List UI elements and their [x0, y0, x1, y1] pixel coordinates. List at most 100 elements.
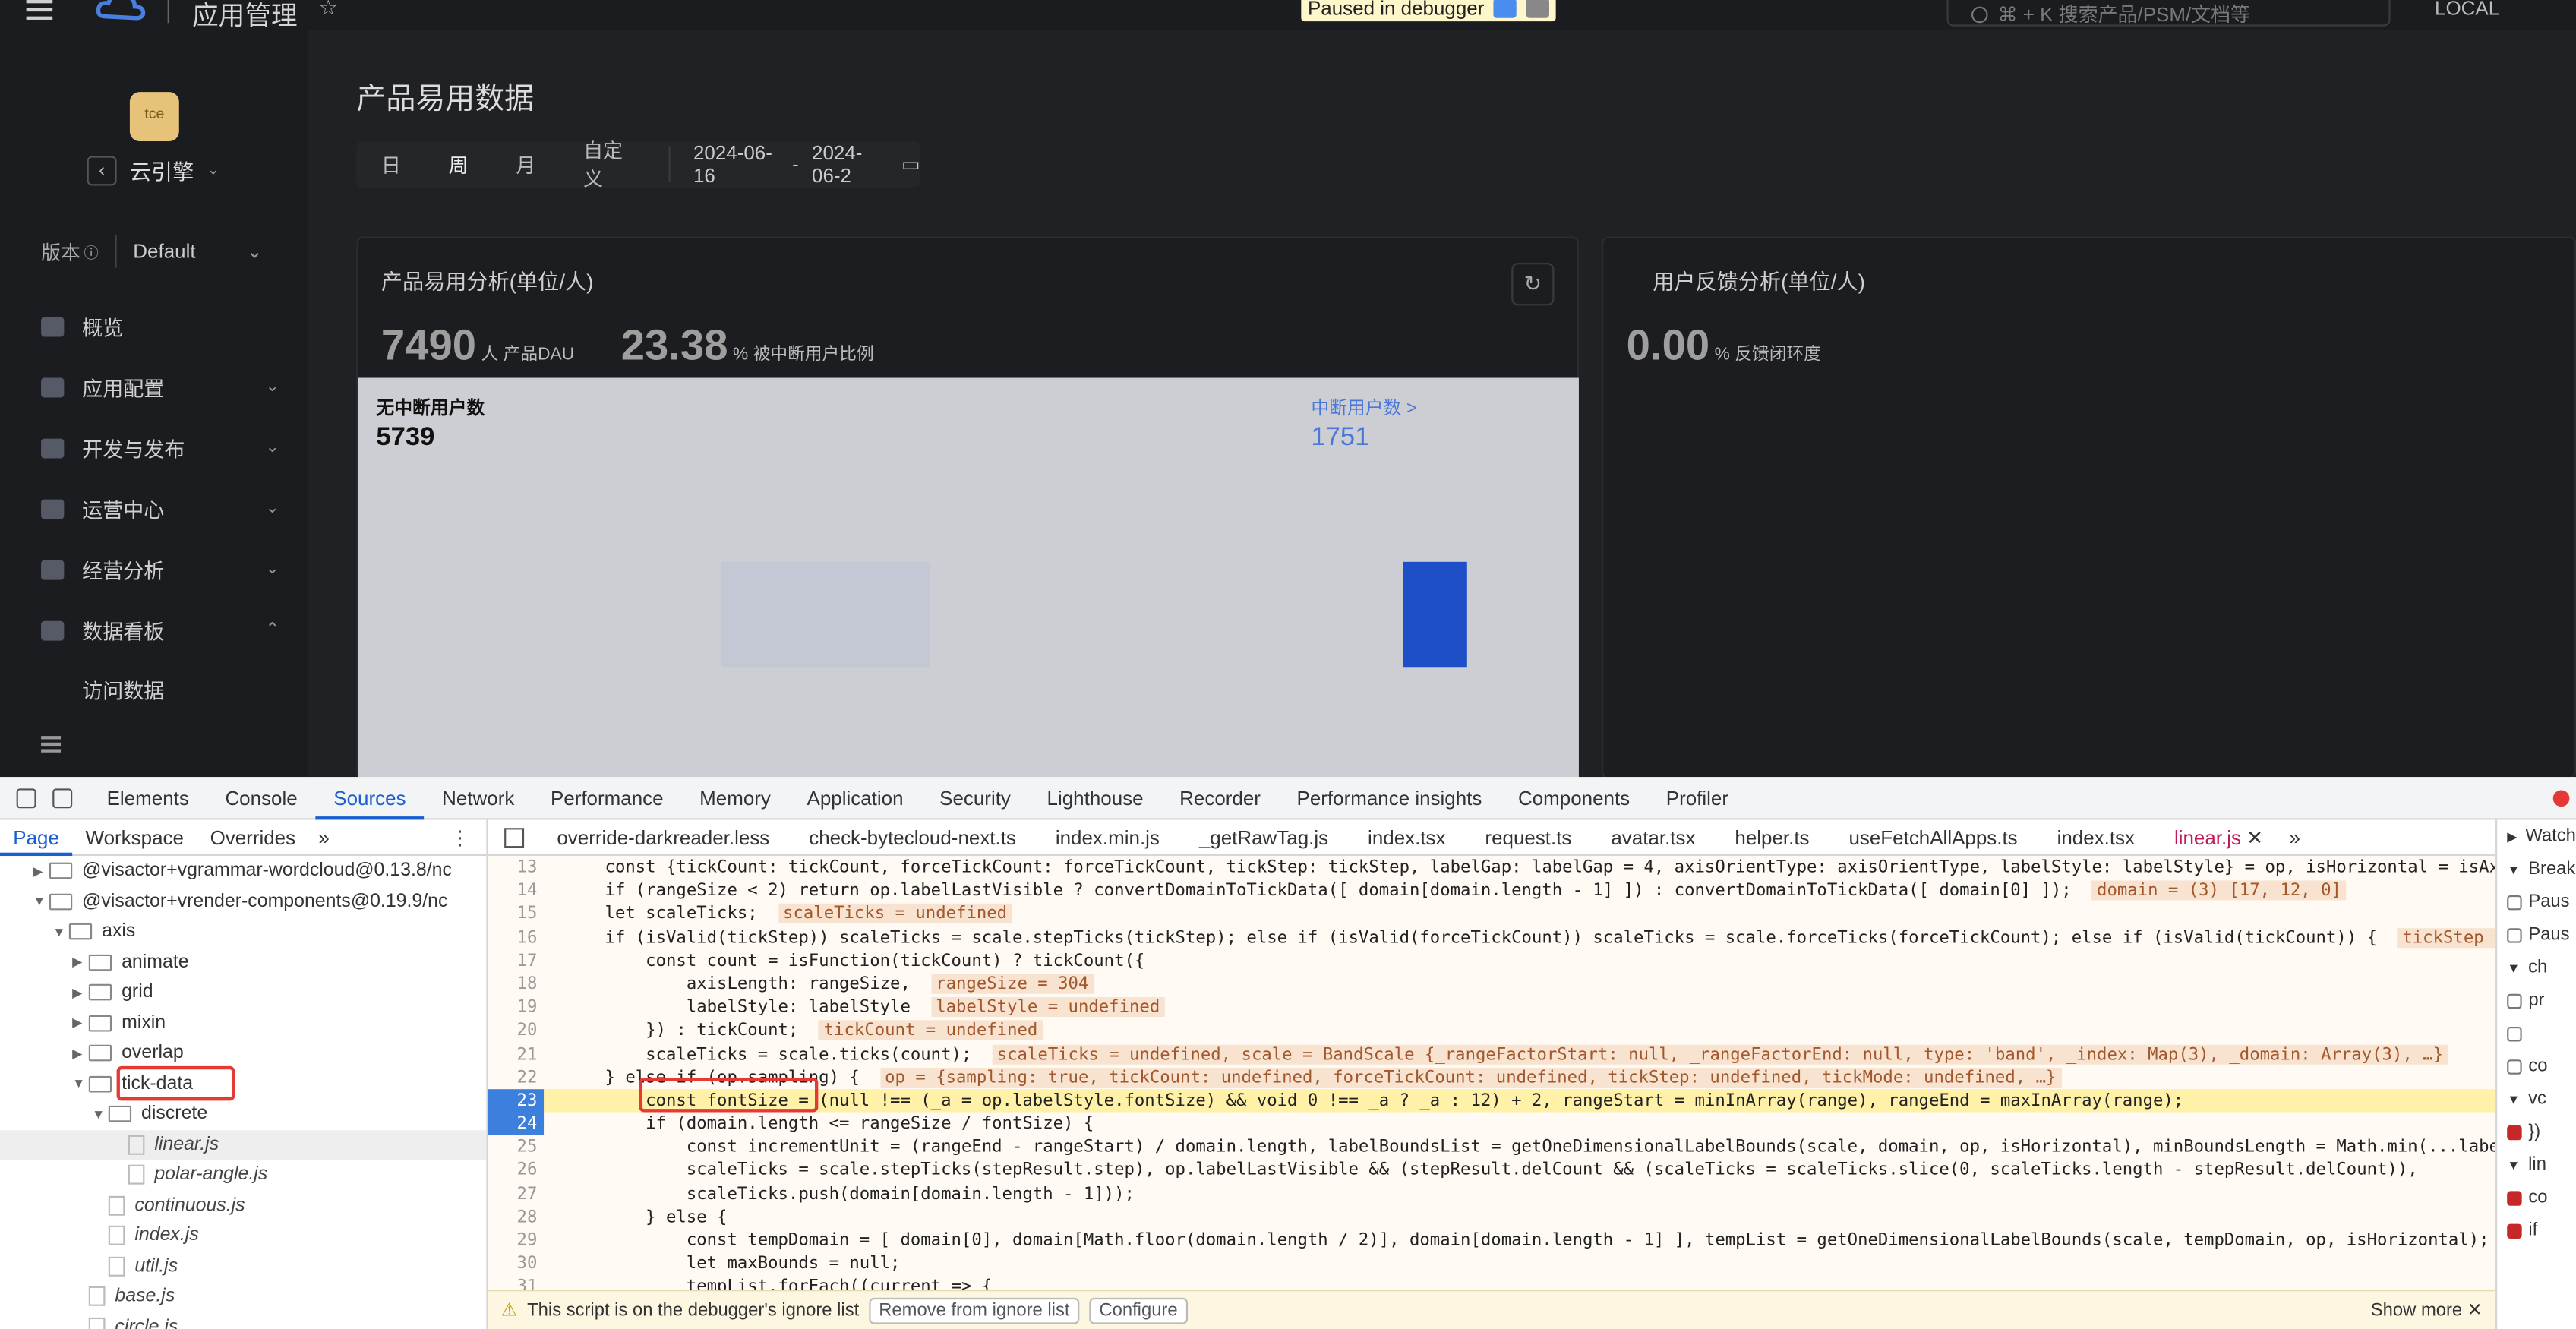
checkbox[interactable]	[2507, 993, 2522, 1009]
code-line[interactable]: 16 if (isValid(tickStep)) scaleTicks = s…	[488, 926, 2496, 949]
resume-button[interactable]	[1494, 0, 1517, 18]
code-line[interactable]: 25 const incrementUnit = (rangeEnd - ran…	[488, 1135, 2496, 1159]
period-week-tab[interactable]: 周	[424, 150, 491, 178]
devtools-tab[interactable]: Application	[789, 776, 922, 819]
breakpoint-line-number[interactable]: 24	[488, 1112, 545, 1136]
line-number[interactable]: 26	[488, 1159, 545, 1182]
debugger-checkbox-row[interactable]: Paus	[2497, 885, 2576, 918]
line-number[interactable]: 21	[488, 1043, 545, 1066]
tree-file[interactable]: index.js	[0, 1220, 486, 1251]
editor-tab[interactable]: avatar.tsx	[1591, 825, 1715, 848]
line-number[interactable]: 28	[488, 1205, 545, 1229]
code-line[interactable]: 13 const {tickCount: tickCount, forceTic…	[488, 856, 2496, 879]
line-number[interactable]: 14	[488, 879, 545, 903]
tab-overrides[interactable]: Overrides	[197, 819, 308, 855]
code-line[interactable]: 31 tempList.forEach((current => {	[488, 1275, 2496, 1290]
version-selector[interactable]: 版本 ⓘ Default ⌄	[41, 235, 263, 268]
tree-folder[interactable]: ▼ axis	[0, 917, 486, 947]
more-tabs-icon[interactable]: »	[308, 825, 339, 848]
code-view[interactable]: 13 const {tickCount: tickCount, forceTic…	[488, 856, 2496, 1290]
editor-tab[interactable]: override-darkreader.less	[537, 825, 789, 848]
global-search-input[interactable]: ⌘ + K 搜索产品/PSM/文档等	[1946, 0, 2391, 27]
debugger-checkbox-row[interactable]: Paus	[2497, 918, 2576, 951]
code-line[interactable]: 30 let maxBounds = null;	[488, 1252, 2496, 1276]
tree-file[interactable]: linear.js	[0, 1129, 487, 1160]
back-arrow-icon[interactable]: ‹	[87, 155, 117, 185]
code-line[interactable]: 14 if (rangeSize < 2) return op.labelLas…	[488, 879, 2496, 903]
step-over-button[interactable]	[1526, 0, 1550, 18]
kebab-menu-icon[interactable]: ⋮	[450, 825, 470, 848]
sidebar-item[interactable]: 概览	[41, 295, 279, 356]
debugger-section[interactable]: ▼ Break	[2497, 853, 2576, 885]
line-number[interactable]: 22	[488, 1065, 545, 1089]
toggle-navigator-icon[interactable]	[504, 827, 525, 848]
tree-file[interactable]: util.js	[0, 1251, 486, 1281]
devtools-tab[interactable]: Performance insights	[1279, 776, 1500, 819]
sidebar-item[interactable]: 运营中心 ⌄	[41, 478, 279, 538]
editor-tab[interactable]: linear.js ✕	[2155, 825, 2283, 848]
line-number[interactable]: 13	[488, 856, 545, 879]
tree-folder[interactable]: ▼ discrete	[0, 1099, 486, 1129]
tree-folder[interactable]: ▶ @visactor+vgrammar-wordcloud@0.13.8/nc	[0, 856, 486, 886]
code-line[interactable]: 20 }) : tickCount; tickCount = undefined	[488, 1019, 2496, 1043]
favorite-star-icon[interactable]: ☆	[319, 0, 338, 21]
line-number[interactable]: 29	[488, 1229, 545, 1252]
close-tab-icon[interactable]: ✕	[2241, 825, 2263, 848]
line-number[interactable]: 31	[488, 1275, 545, 1290]
line-number[interactable]: 18	[488, 972, 545, 996]
line-number[interactable]: 25	[488, 1135, 545, 1159]
more-tabs-icon[interactable]: »	[2283, 825, 2307, 848]
checkbox[interactable]	[2507, 1025, 2522, 1041]
debugger-section[interactable]: ▼ lin	[2497, 1148, 2576, 1181]
debugger-checkbox-row[interactable]: if	[2497, 1214, 2576, 1247]
debugger-section[interactable]: ▶ Watch	[2497, 819, 2576, 852]
editor-tab[interactable]: helper.ts	[1715, 825, 1829, 848]
sidebar-item[interactable]: 数据看板 ⌃	[41, 600, 279, 661]
code-line[interactable]: 27 scaleTicks.push(domain[domain.length …	[488, 1182, 2496, 1206]
tab-workspace[interactable]: Workspace	[72, 819, 197, 855]
sidebar-subitem[interactable]: 访问数据	[41, 661, 279, 717]
debugger-checkbox-row[interactable]: co	[2497, 1181, 2576, 1214]
devtools-tab[interactable]: Profiler	[1648, 776, 1747, 819]
code-line[interactable]: 17 const count = isFunction(tickCount) ?…	[488, 949, 2496, 973]
tree-folder[interactable]: ▼ tick-data	[0, 1069, 486, 1099]
debugger-checkbox-row[interactable]: pr	[2497, 984, 2576, 1017]
tree-file[interactable]: continuous.js	[0, 1190, 486, 1220]
show-more-link[interactable]: Show more ✕	[2371, 1299, 2483, 1321]
tree-folder[interactable]: ▶ mixin	[0, 1008, 486, 1038]
checkbox[interactable]	[2507, 894, 2522, 910]
devtools-tab[interactable]: Security	[921, 776, 1028, 819]
collapse-sidebar-icon[interactable]	[41, 736, 62, 753]
line-number[interactable]: 17	[488, 949, 545, 973]
code-line[interactable]: 21 scaleTicks = scale.ticks(count); scal…	[488, 1043, 2496, 1066]
devtools-tab[interactable]: Lighthouse	[1029, 776, 1162, 819]
code-line[interactable]: 29 const tempDomain = [ domain[0], domai…	[488, 1229, 2496, 1252]
editor-tab[interactable]: useFetchAllApps.ts	[1829, 825, 2037, 848]
checkbox[interactable]	[2507, 1190, 2522, 1205]
line-number[interactable]: 20	[488, 1019, 545, 1043]
line-number[interactable]: 16	[488, 926, 545, 949]
sidebar-item[interactable]: 应用配置 ⌄	[41, 356, 279, 417]
editor-tab[interactable]: request.ts	[1465, 825, 1591, 848]
refresh-button[interactable]: ↻	[1511, 263, 1555, 306]
code-line[interactable]: 28 } else {	[488, 1205, 2496, 1229]
line-number[interactable]: 15	[488, 902, 545, 926]
tree-file[interactable]: base.js	[0, 1281, 486, 1312]
checkbox[interactable]	[2507, 927, 2522, 942]
editor-tab[interactable]: index.min.js	[1036, 825, 1179, 848]
code-line[interactable]: 18 axisLength: rangeSize, rangeSize = 30…	[488, 972, 2496, 996]
env-selector[interactable]: LOCAL	[2435, 0, 2499, 20]
devtools-tab[interactable]: Memory	[681, 776, 788, 819]
tree-folder[interactable]: ▶ animate	[0, 947, 486, 977]
editor-tab[interactable]: index.tsx	[1348, 825, 1465, 848]
code-line[interactable]: 26 scaleTicks = scale.stepTicks(stepResu…	[488, 1159, 2496, 1182]
configure-button[interactable]: Configure	[1089, 1296, 1188, 1324]
debugger-section[interactable]: ▼ ch	[2497, 951, 2576, 983]
breakpoint-line-number[interactable]: 23	[488, 1088, 545, 1113]
checkbox[interactable]	[2507, 1059, 2522, 1074]
code-line[interactable]: 24 if (domain.length <= rangeSize / font…	[488, 1112, 2496, 1136]
tree-file[interactable]: circle.js	[0, 1312, 486, 1329]
devtools-tab[interactable]: Network	[424, 776, 532, 819]
sidebar-item[interactable]: 开发与发布 ⌄	[41, 417, 279, 478]
devtools-tab[interactable]: Console	[207, 776, 316, 819]
